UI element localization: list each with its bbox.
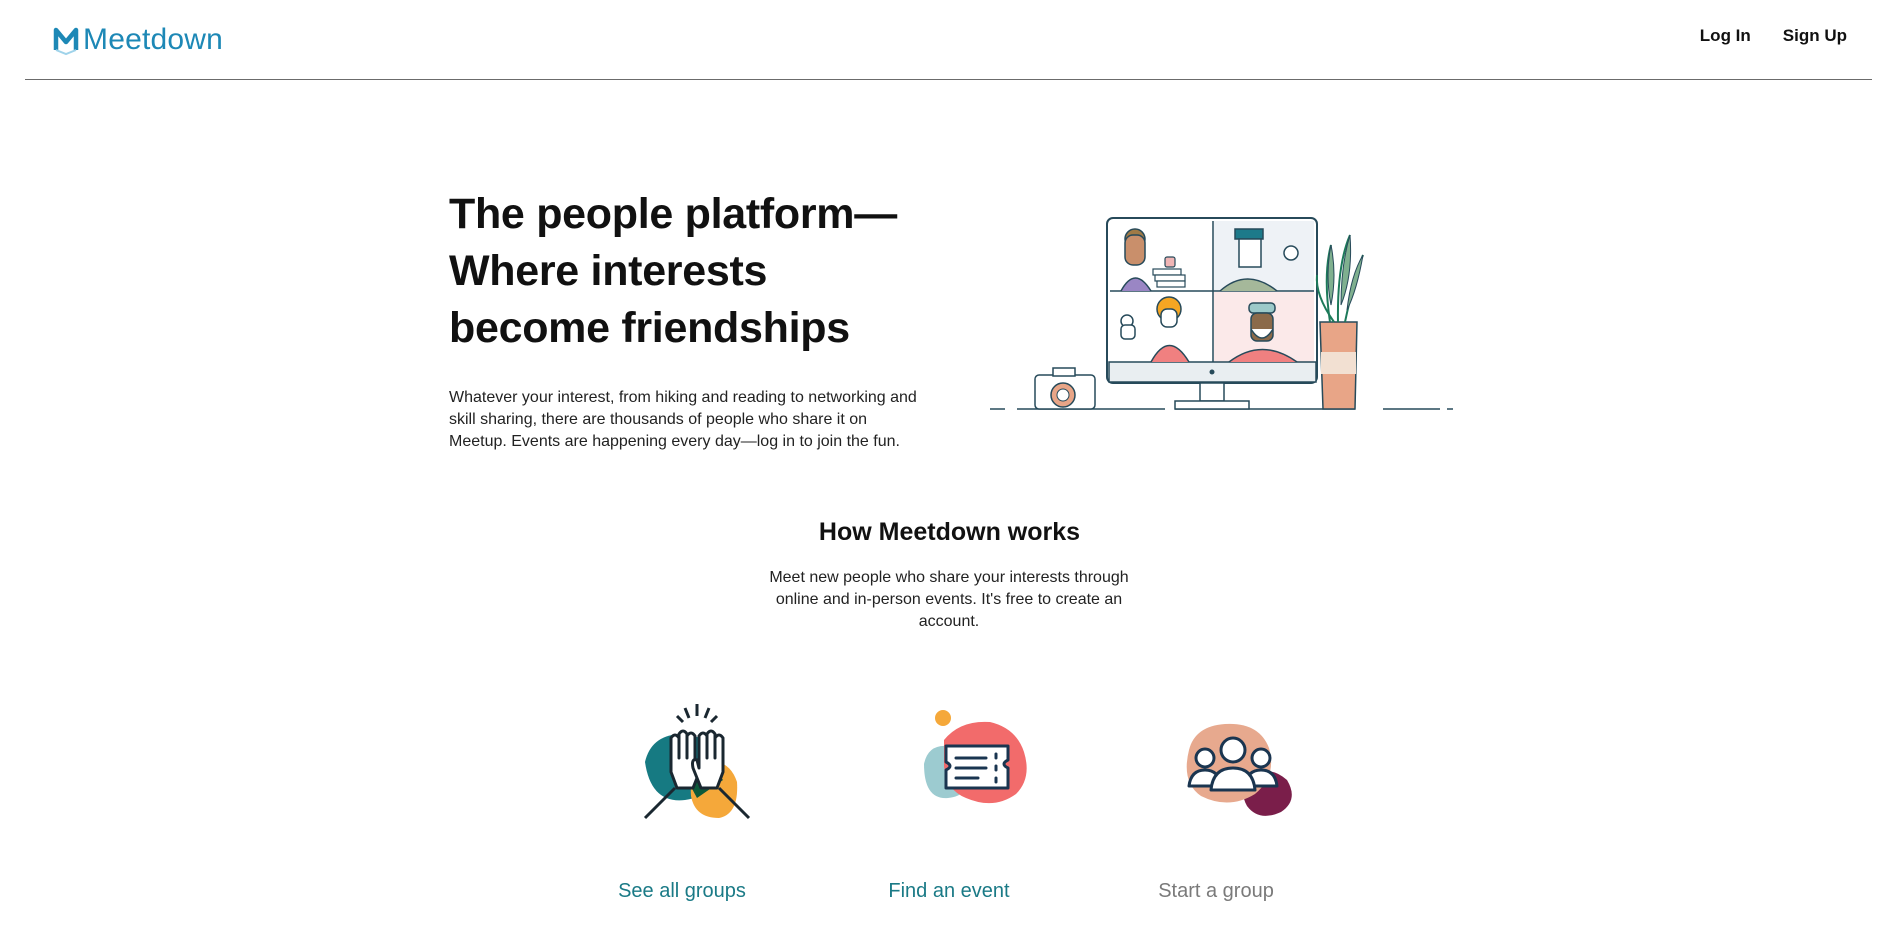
feature-see-groups: See all groups [577, 700, 787, 910]
brand-name: Meetdown [83, 23, 224, 56]
hero-description: Whatever your interest, from hiking and … [449, 389, 917, 450]
ticket-icon [924, 710, 1027, 804]
hero-title-line1: The people platform— [449, 190, 897, 238]
feature-start-group: Start a group [1111, 700, 1321, 910]
how-it-works-title: How Meetdown works [818, 518, 1081, 546]
header-nav: Log In Sign Up [1700, 26, 1847, 46]
start-a-group-link[interactable]: Start a group [1111, 880, 1321, 903]
login-link[interactable]: Log In [1700, 26, 1751, 46]
see-all-groups-link[interactable]: See all groups [577, 880, 787, 903]
high-five-icon [643, 704, 751, 820]
hero-title-line2: Where interests [449, 247, 768, 295]
feature-find-event: Find an event [844, 700, 1054, 910]
meetdown-logo-icon [53, 27, 79, 56]
how-it-works-description: Meet new people who share your interests… [769, 569, 1129, 630]
site-header: Meetdown Log In Sign Up [25, 0, 1872, 80]
brand-logo[interactable]: Meetdown [53, 20, 223, 60]
hero-title: The people platform— Where interests bec… [449, 186, 919, 357]
video-call-illustration [990, 217, 1453, 410]
group-icon [1186, 723, 1292, 816]
signup-link[interactable]: Sign Up [1783, 26, 1847, 46]
find-an-event-link[interactable]: Find an event [844, 880, 1054, 903]
hero-title-line3: become friendships [449, 304, 850, 352]
